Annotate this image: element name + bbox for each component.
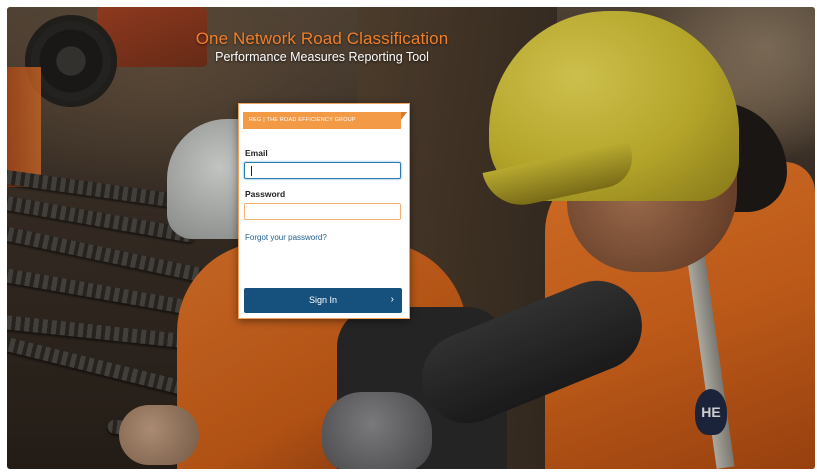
sign-in-label: Sign In <box>308 295 338 305</box>
chevron-right-icon: › <box>390 294 394 305</box>
app-subtitle: Performance Measures Reporting Tool <box>215 50 429 64</box>
email-field[interactable] <box>244 162 401 179</box>
password-label: Password <box>245 189 286 199</box>
app-title: One Network Road Classification <box>195 29 449 48</box>
forgot-password-link[interactable]: Forgot your password? <box>245 233 327 242</box>
email-label: Email <box>245 148 268 158</box>
login-card: REG | THE ROAD EFFICIENCY GROUP Email Pa… <box>238 103 410 319</box>
photo-dim-overlay <box>7 7 815 469</box>
sign-in-button[interactable]: Sign In › <box>244 288 402 313</box>
background-photo: HE One Network Road Classification Perfo… <box>7 7 815 469</box>
banner-fold-corner <box>401 112 407 120</box>
text-caret <box>251 166 252 176</box>
password-field[interactable] <box>244 203 401 220</box>
brand-banner: REG | THE ROAD EFFICIENCY GROUP <box>243 112 407 129</box>
brand-banner-text: REG | THE ROAD EFFICIENCY GROUP <box>249 117 356 123</box>
